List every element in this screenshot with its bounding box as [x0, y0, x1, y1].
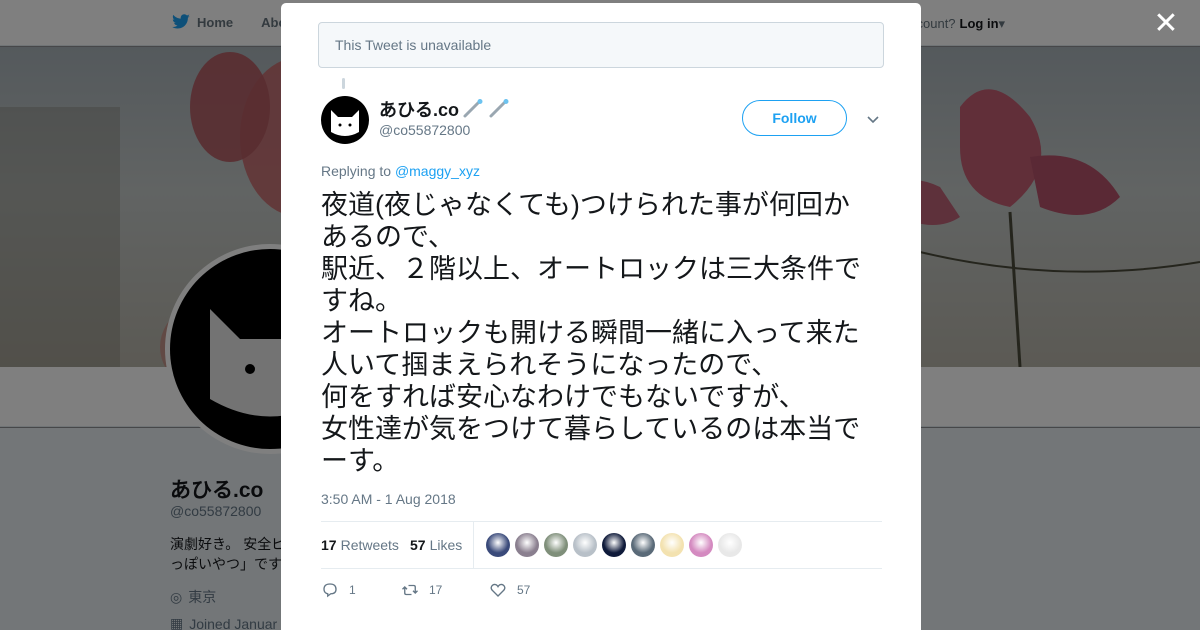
stats-divider — [473, 522, 474, 569]
heart-icon — [490, 583, 506, 597]
liker-avatar[interactable] — [544, 533, 568, 557]
tweet-text: 夜道(夜じゃなくても)つけられた事が何回か あるので、 駅近、２階以上、オートロ… — [321, 190, 861, 476]
likes-label: Likes — [429, 537, 463, 553]
reply-count: 1 — [349, 583, 356, 597]
author-handle[interactable]: @co55872800 — [379, 122, 470, 138]
replying-prefix: Replying to — [321, 163, 392, 179]
liker-avatar[interactable] — [602, 533, 626, 557]
retweet-button[interactable]: 17 — [401, 581, 489, 599]
tweet-stats: 17 Retweets 57 Likes — [321, 521, 882, 569]
retweet-icon — [402, 584, 418, 596]
like-button[interactable]: 57 — [489, 581, 530, 599]
safety-pin-icon — [463, 99, 483, 118]
retweets-label: Retweets — [340, 537, 399, 553]
safety-pin-icon — [489, 99, 509, 118]
author-name[interactable]: あひる.co — [379, 96, 511, 122]
author-name-text: あひる.co — [379, 100, 460, 120]
like-count: 57 — [517, 583, 531, 597]
author-avatar[interactable] — [321, 96, 369, 144]
replying-handle-link[interactable]: @maggy_xyz — [395, 163, 480, 179]
replying-to: Replying to @maggy_xyz — [321, 163, 480, 179]
retweet-count: 17 — [429, 583, 443, 597]
tweet-actions: 1 17 57 — [321, 581, 530, 599]
liker-avatars — [486, 533, 742, 557]
liker-avatar[interactable] — [718, 533, 742, 557]
reply-button[interactable]: 1 — [321, 581, 401, 599]
cat-face-icon — [331, 110, 359, 136]
thread-connector — [342, 78, 345, 89]
liker-avatar[interactable] — [515, 533, 539, 557]
retweets-stat[interactable]: 17 Retweets — [321, 537, 399, 553]
retweets-count: 17 — [321, 537, 337, 553]
liker-avatar[interactable] — [660, 533, 684, 557]
likes-count: 57 — [410, 537, 426, 553]
likes-stat[interactable]: 57 Likes — [410, 537, 462, 553]
liker-avatar[interactable] — [689, 533, 713, 557]
liker-avatar[interactable] — [631, 533, 655, 557]
reply-icon — [323, 583, 337, 598]
unavailable-tweet-notice: This Tweet is unavailable — [318, 22, 884, 68]
chevron-down-icon[interactable] — [865, 111, 881, 127]
follow-button[interactable]: Follow — [742, 100, 847, 136]
tweet-timestamp[interactable]: 3:50 AM - 1 Aug 2018 — [321, 491, 456, 507]
liker-avatar[interactable] — [486, 533, 510, 557]
liker-avatar[interactable] — [573, 533, 597, 557]
tweet-modal: This Tweet is unavailable あひる.co @co5587… — [281, 3, 921, 630]
close-icon[interactable]: ✕ — [1153, 9, 1179, 39]
